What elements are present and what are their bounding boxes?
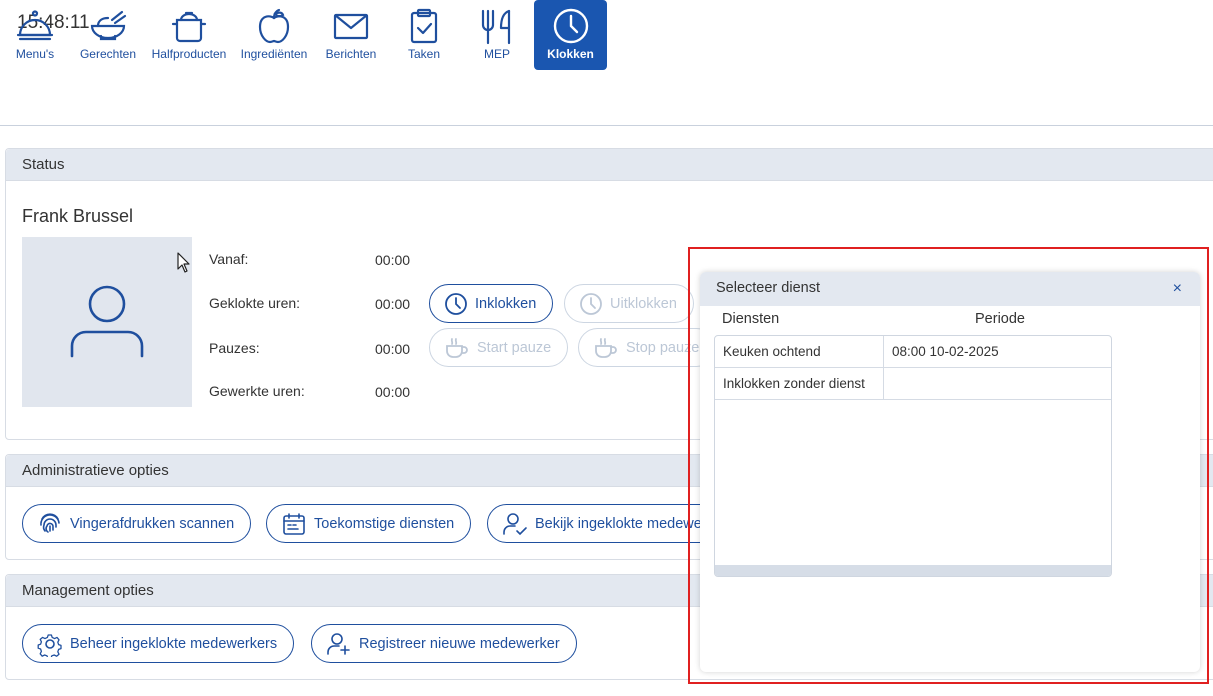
shift-name: Keuken ochtend (715, 336, 884, 367)
column-header-diensten: Diensten (722, 311, 780, 327)
value-geklokte-uren: 00:00 (375, 296, 411, 312)
nav-item-berichten[interactable]: Berichten (322, 0, 380, 70)
user-plus-icon (327, 632, 350, 655)
nav-item-gerechten[interactable]: Gerechten (76, 0, 140, 70)
close-icon[interactable]: × (1173, 272, 1182, 305)
label-vanaf: Vanaf: (209, 251, 249, 267)
bowl-icon (90, 10, 127, 41)
shift-row-without-shift[interactable]: Inklokken zonder dienst (715, 368, 1111, 400)
label-geklokte-uren: Geklokte uren: (209, 295, 301, 311)
cloche-icon (16, 10, 54, 41)
apple-icon (258, 8, 290, 44)
value-pauzes: 00:00 (375, 341, 411, 357)
label-gewerkte-uren: Gewerkte uren: (209, 383, 305, 399)
shift-period (884, 368, 1111, 399)
user-icon (70, 285, 144, 358)
nav-item-menus[interactable]: Menu's (6, 0, 64, 70)
nav-divider (0, 125, 1213, 126)
select-shift-dialog: Selecteer dienst × Diensten Periode Keuk… (700, 272, 1200, 672)
shift-row-keuken-ochtend[interactable]: Keuken ochtend 08:00 10-02-2025 (715, 336, 1111, 368)
label-pauzes: Pauzes: (209, 340, 260, 356)
future-shifts-button[interactable]: Toekomstige diensten (266, 504, 472, 543)
clock-icon (553, 8, 588, 44)
nav-item-ingredienten[interactable]: Ingrediënten (238, 0, 310, 70)
clock-out-button[interactable]: Uitklokken (564, 284, 694, 323)
person-name: Frank Brussel (22, 206, 134, 226)
shift-period: 08:00 10-02-2025 (892, 344, 999, 359)
start-break-button[interactable]: Start pauze (429, 328, 569, 367)
dialog-header: Selecteer dienst × (700, 272, 1200, 306)
coffee-cup-icon (446, 337, 468, 358)
value-gewerkte-uren: 00:00 (375, 384, 411, 400)
calendar-icon (283, 512, 305, 535)
fork-knife-icon (481, 9, 511, 45)
nav-item-klokken[interactable]: Klokken (534, 0, 607, 70)
nav-item-mep[interactable]: MEP (470, 0, 524, 70)
fingerprint-icon (40, 512, 60, 533)
mouse-cursor-icon (177, 252, 190, 273)
scan-fingerprints-button[interactable]: Vingerafdrukken scannen (22, 504, 252, 543)
dialog-title: Selecteer dienst (716, 280, 820, 296)
nav-item-halfproducten[interactable]: Halfproducten (148, 0, 230, 70)
pot-icon (171, 11, 207, 43)
shift-list: Keuken ochtend 08:00 10-02-2025 Inklokke… (714, 335, 1112, 577)
user-check-icon (503, 512, 527, 535)
column-header-periode: Periode (975, 311, 1025, 327)
shift-list-scrollbar[interactable] (715, 565, 1111, 576)
clock-icon (580, 292, 602, 315)
avatar (22, 237, 192, 407)
status-panel-title: Status (6, 149, 1213, 181)
envelope-icon (333, 13, 369, 40)
gear-icon (37, 633, 62, 657)
nav-item-taken[interactable]: Taken (398, 0, 450, 70)
clock-icon (445, 292, 467, 315)
shift-name: Inklokken zonder dienst (715, 368, 884, 399)
clipboard-check-icon (410, 8, 438, 44)
value-vanaf: 00:00 (375, 252, 411, 268)
register-new-employee-button[interactable]: Registreer nieuwe medewerker (311, 624, 577, 663)
coffee-cup-icon (595, 337, 617, 358)
manage-clocked-in-employees-button[interactable]: Beheer ingeklokte medewerkers (22, 624, 295, 663)
clock-in-button[interactable]: Inklokken (429, 284, 554, 323)
